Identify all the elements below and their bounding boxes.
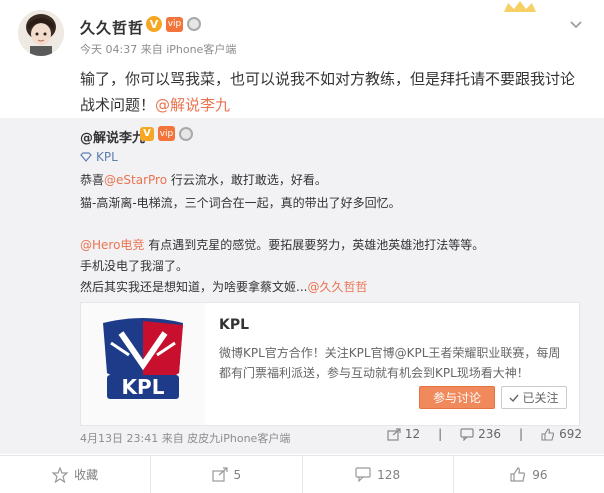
thumbs-up-icon	[541, 427, 555, 441]
followed-label: 已关注	[522, 391, 559, 405]
estarpro-mention-link[interactable]: @eStarPro	[104, 173, 167, 187]
repost-badges: V vip	[140, 126, 193, 141]
kpl-topic-label: KPL	[96, 150, 118, 164]
post-text: 输了，你可以骂我菜，也可以说我不如对方教练，但是拜托请不要跟我讨论战术问题！@解…	[80, 66, 585, 118]
repost-box: @解说李九 V vip KPL 恭喜@eStarPro 行云流水，敢打敢选，好看…	[0, 118, 604, 454]
diamond-icon	[80, 152, 92, 162]
favorite-button[interactable]: 收藏	[0, 456, 152, 493]
repost-share-count: 12	[404, 427, 421, 441]
card-title[interactable]: KPL	[219, 317, 249, 333]
repost-like-count: 692	[559, 427, 582, 441]
share-icon	[387, 427, 401, 441]
share-icon	[211, 467, 228, 482]
card-description: 微博KPL官方合作！关注KPL官博@KPL王者荣耀职业联赛，每周都有门票福利派送…	[219, 346, 561, 380]
comment-button[interactable]: 128	[303, 456, 454, 493]
verified-icon: V	[140, 126, 154, 141]
repost-line-1: 恭喜@eStarPro 行云流水，敢打敢选，好看。	[80, 171, 327, 188]
repost-button[interactable]: 5	[151, 456, 303, 493]
post-meta: 今天 04:37 来自 iPhone客户端	[80, 43, 237, 56]
thumbs-up-icon	[510, 467, 526, 482]
kpl-logo-text: KPL	[122, 375, 165, 399]
post-header: 久久哲哲 V vip 今天 04:37 来自 iPhone客户端	[0, 0, 604, 60]
post-action-bar: 收藏 5 128 96	[0, 455, 604, 493]
comment-count: 128	[377, 467, 401, 482]
post-mention-link[interactable]: @解说李九	[155, 96, 230, 114]
repost-footer: 4月13日 23:41 来自 皮皮九iPhone客户端	[80, 432, 291, 445]
divider: |	[519, 427, 524, 441]
repost-like-button[interactable]: 692	[541, 427, 582, 441]
medal-icon	[179, 126, 193, 141]
crown-icon	[500, 0, 540, 14]
check-icon	[509, 393, 520, 403]
repost-line-2: 猫-高渐离-电梯流，三个词合在一起，真的带出了好多回忆。	[80, 196, 401, 210]
repost-line-5: 然后其实我还是想知道，为啥要拿蔡文姬...@久久哲哲	[80, 278, 367, 295]
divider: |	[438, 427, 443, 441]
like-count: 96	[532, 467, 548, 482]
comment-icon	[355, 467, 371, 482]
repost-line-3-suffix: 有点遇到克星的感觉。要拓展要努力，英雄池英雄池打法等等。	[144, 238, 485, 252]
repost-comment-button[interactable]: 236	[460, 427, 501, 441]
repost-actions: 12 | 236 | 692	[387, 427, 582, 441]
followed-button[interactable]: 已关注	[501, 386, 567, 409]
vip-icon: vip	[158, 126, 175, 141]
repost-line-1-suffix: 行云流水，敢打敢选，好看。	[167, 173, 327, 187]
verified-icon: V	[146, 16, 162, 32]
jiujiu-mention-link[interactable]: @久久哲哲	[307, 280, 367, 294]
medal-icon	[187, 17, 201, 31]
kpl-logo: KPL	[81, 303, 205, 425]
star-icon	[52, 466, 69, 483]
kpl-card[interactable]: KPL KPL 微博KPL官方合作！关注KPL官博@KPL王者荣耀职业联赛，每周…	[80, 302, 580, 426]
hero-mention-link[interactable]: @Hero电竞	[80, 238, 144, 252]
repost-count: 5	[233, 467, 242, 482]
avatar[interactable]	[18, 10, 64, 56]
comment-icon	[460, 427, 474, 441]
vip-icon: vip	[166, 16, 183, 32]
repost-line-4: 手机没电了我溜了。	[80, 259, 189, 273]
repost-line-1-prefix: 恭喜	[80, 173, 105, 187]
repost-line-5-prefix: 然后其实我还是想知道，为啥要拿蔡文姬...	[80, 280, 308, 294]
join-discussion-button[interactable]: 参与讨论	[419, 386, 495, 409]
like-button[interactable]: 96	[454, 456, 604, 493]
repost-username[interactable]: @解说李九	[80, 127, 145, 146]
repost-comment-count: 236	[478, 427, 502, 441]
favorite-label: 收藏	[74, 468, 99, 482]
username[interactable]: 久久哲哲	[80, 17, 144, 38]
repost-line-3: @Hero电竞 有点遇到克星的感觉。要拓展要努力，英雄池英雄池打法等等。	[80, 236, 484, 253]
chevron-down-icon[interactable]	[566, 14, 586, 34]
user-badges: V vip	[146, 16, 201, 32]
repost-share-button[interactable]: 12	[387, 427, 420, 441]
kpl-topic-link[interactable]: KPL	[80, 150, 118, 164]
